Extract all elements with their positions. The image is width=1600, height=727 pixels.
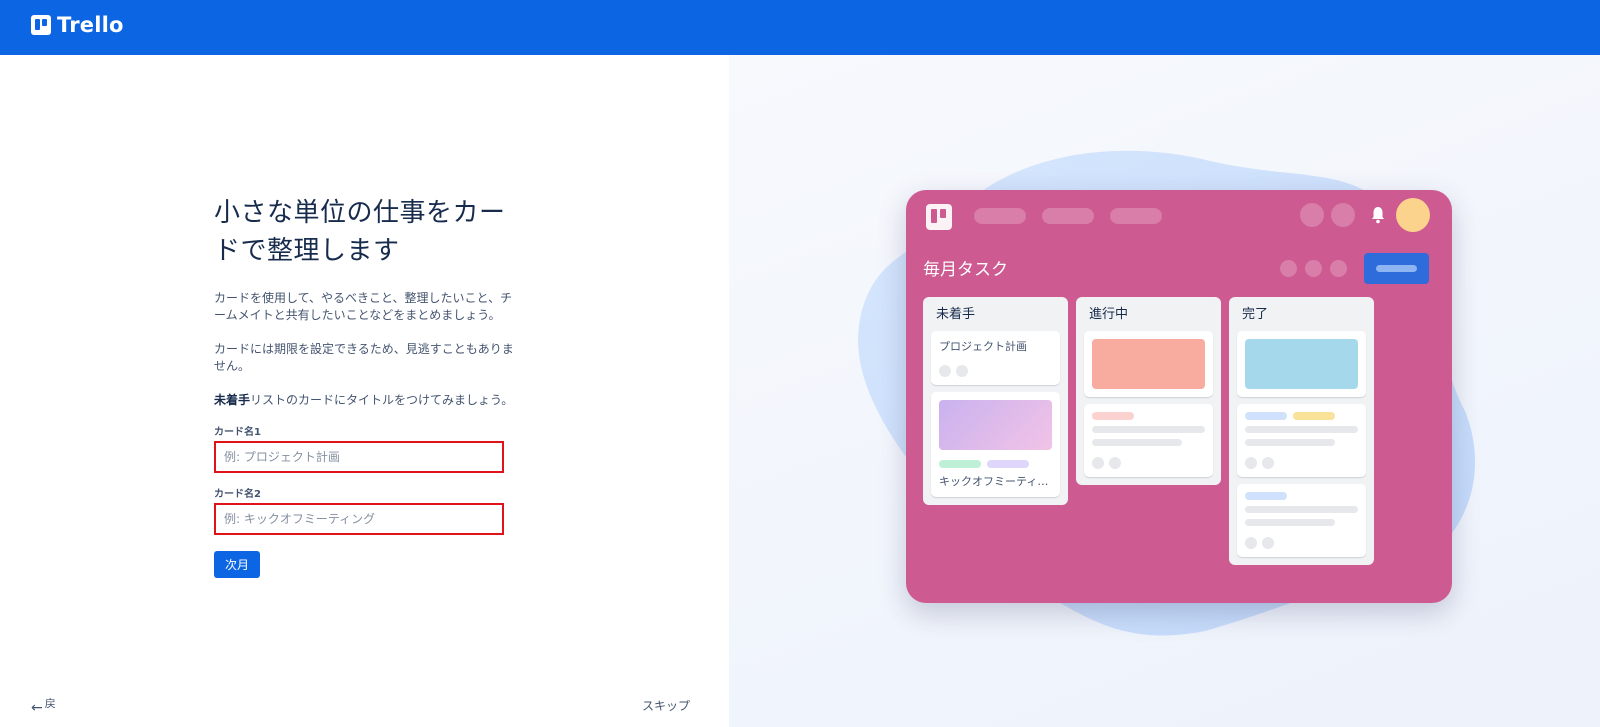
todo-list-name: 未着手	[214, 393, 251, 407]
skip-link[interactable]: スキップ	[642, 697, 690, 714]
card-cover	[1245, 339, 1358, 389]
list-card	[1084, 331, 1213, 397]
nav-placeholder	[1042, 208, 1094, 224]
card-name-2-label: カード名2	[214, 489, 261, 500]
card-labels	[1092, 412, 1205, 420]
next-button[interactable]: 次月	[214, 551, 261, 578]
card-name-1-highlight	[214, 441, 504, 473]
trello-board-icon	[31, 15, 51, 35]
list-card: プロジェクト計画	[931, 331, 1060, 385]
nav-circle-placeholder	[1300, 203, 1324, 227]
member-placeholder	[1330, 260, 1347, 277]
bell-icon	[1372, 207, 1384, 224]
list-title: 未着手	[936, 307, 976, 322]
list-card	[1237, 484, 1366, 557]
list-title: 完了	[1242, 307, 1269, 322]
card-name-1-label: カード名1	[214, 427, 261, 438]
card-cover	[1092, 339, 1205, 389]
list-title: 進行中	[1089, 307, 1129, 322]
avatar	[1396, 198, 1430, 232]
card-title: プロジェクト計画	[939, 340, 1027, 353]
arrow-left-icon: ←	[31, 700, 43, 716]
member-placeholder	[1280, 260, 1297, 277]
member-placeholder	[1305, 260, 1322, 277]
trello-logo[interactable]: Trello	[31, 13, 124, 37]
top-navigation-bar: Trello	[0, 0, 1600, 55]
card-labels	[1245, 492, 1358, 500]
list-card	[1237, 404, 1366, 477]
card-title: キックオフミーティング	[939, 475, 1052, 488]
card-labels	[939, 460, 1052, 468]
board-list-doing: 進行中	[1076, 297, 1221, 485]
nav-placeholder	[974, 208, 1026, 224]
card-name-2-input[interactable]	[219, 507, 499, 531]
illustration-panel: 毎月タスク 未着手 プロジェクト計画 キックオフミーティング 進行中 完了	[729, 55, 1600, 727]
board-title: 毎月タスク	[923, 260, 1008, 280]
onboarding-panel: 小さな単位の仕事をカードで整理します カードを使用して、やるべきこと、整理したい…	[0, 55, 729, 727]
deadline-paragraph: カードには期限を設定できるため、見逃すこともありません。	[214, 342, 514, 373]
card-name-2-highlight	[214, 503, 504, 535]
card-badges	[1092, 457, 1205, 469]
page-title: 小さな単位の仕事をカードで整理します	[214, 198, 506, 266]
intro-paragraph: カードを使用して、やるべきこと、整理したいこと、チームメイトと共有したいことなど…	[214, 291, 513, 322]
list-card	[1084, 404, 1213, 477]
board-list-done: 完了	[1229, 297, 1374, 565]
card-labels	[1245, 412, 1358, 420]
nav-placeholder	[1110, 208, 1162, 224]
board-button-placeholder	[1364, 253, 1429, 284]
board-illustration: 毎月タスク 未着手 プロジェクト計画 キックオフミーティング 進行中 完了	[906, 190, 1452, 603]
card-cover	[939, 400, 1052, 450]
board-logo-icon	[926, 204, 952, 230]
card-name-form: 小さな単位の仕事をカードで整理します カードを使用して、やるべきこと、整理したい…	[214, 194, 514, 578]
list-card	[1237, 331, 1366, 397]
list-card: キックオフミーティング	[931, 392, 1060, 497]
logo-text: Trello	[57, 13, 124, 37]
nav-circle-placeholder	[1331, 203, 1355, 227]
card-badges	[1245, 457, 1358, 469]
instruction-text: リストのカードにタイトルをつけてみましょう。	[250, 393, 514, 407]
board-list-todo: 未着手 プロジェクト計画 キックオフミーティング	[923, 297, 1068, 505]
back-button[interactable]: ← 戻	[31, 695, 56, 715]
card-badges	[939, 365, 1052, 377]
back-label: 戻	[44, 697, 56, 710]
card-badges	[1245, 537, 1358, 549]
card-name-1-input[interactable]	[219, 445, 499, 469]
instruction-paragraph: 未着手リストのカードにタイトルをつけてみましょう。	[214, 392, 514, 409]
